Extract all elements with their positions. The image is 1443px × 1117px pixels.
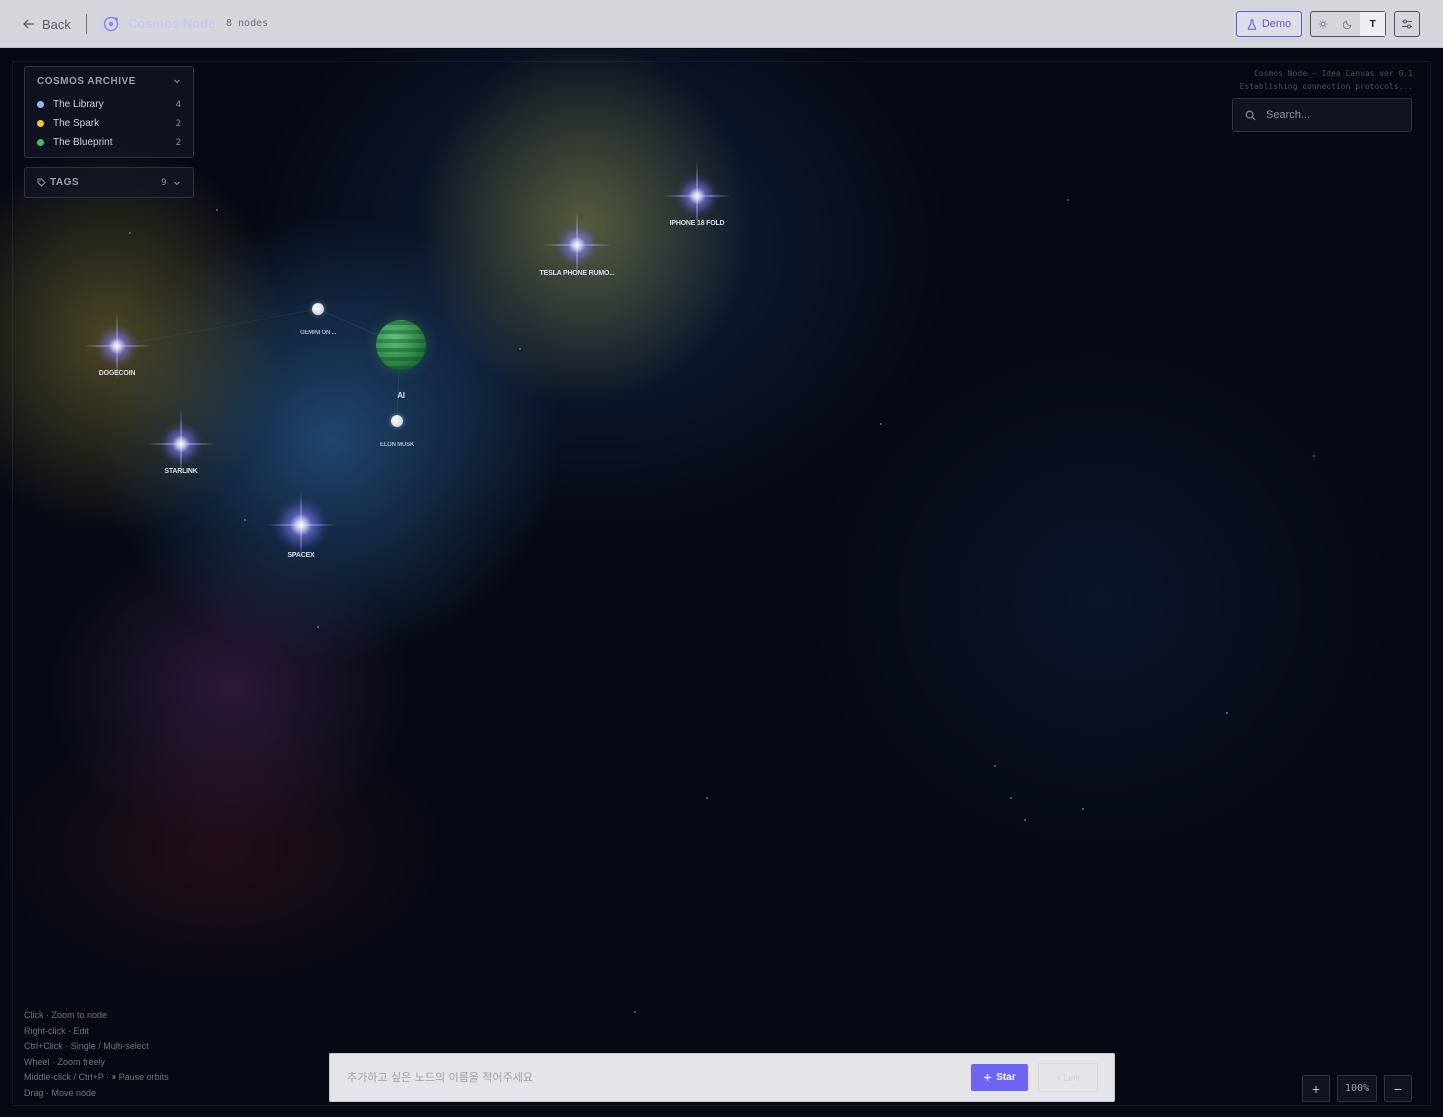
stardust [216,209,218,211]
node-count: 8 nodes [226,18,269,29]
help-line: Middle-click / Ctrl+P · ⏸ Pause orbits [24,1072,169,1082]
category-label: The Spark [53,118,100,129]
arrow-left-icon [23,19,34,29]
node-label: TESLA PHONE RUMO... [539,270,615,277]
tags-panel: TAGS 9 [24,167,194,198]
add-node-bar: Star + Link [329,1053,1115,1102]
node-label: IPHONE 18 FOLD [669,220,725,227]
node-name-input[interactable] [345,1070,971,1085]
add-star-button[interactable]: Star [971,1064,1028,1091]
help-line: Drag · Move node [24,1087,97,1098]
search-box[interactable] [1232,98,1412,132]
node-label: ELON MUSK [379,442,415,448]
help-line: Right-click · Edit [24,1025,90,1036]
category-count: 4 [175,99,181,110]
plus-icon [984,1074,992,1081]
help-line: Click · Zoom to node [24,1010,108,1020]
chevron-down-icon [174,79,180,84]
graph-canvas[interactable]: Cosmos Node — Idea Canvas ver 0.1 Establ… [0,49,1443,1117]
node-label: SPACEX [287,552,315,559]
divider [86,14,87,34]
stardust [129,232,131,234]
help-line: Wheel · Zoom freely [24,1056,106,1067]
top-bar: Back Cosmos Node 8 nodes Demo T [0,0,1443,48]
stardust [244,519,246,521]
theme-light-button[interactable] [1311,12,1336,36]
category-color-dot [37,101,44,108]
stardust [1067,199,1069,201]
demo-button[interactable]: Demo [1236,11,1302,37]
satellite-icon [312,303,324,315]
category-count: 2 [175,118,181,129]
category-color-dot [37,120,44,127]
help-line: Ctrl+Click · Single / Multi-select [24,1041,149,1051]
star-icon [95,324,139,368]
stardust [880,423,882,425]
category-label: The Blueprint [53,137,113,148]
console-line: Cosmos Node — Idea Canvas ver 0.1 [1254,69,1413,78]
star-icon [675,174,719,218]
zoom-level: 100% [1337,1075,1377,1102]
tags-count: 9 [161,177,167,188]
theme-dark-button[interactable] [1336,12,1361,36]
shortcut-help: Click · Zoom to node Right-click · Edit … [24,1008,169,1101]
stardust [317,626,319,628]
tags-header[interactable]: TAGS 9 [25,168,193,197]
category-the-library[interactable]: The Library 4 [25,95,193,114]
tags-title-group: TAGS [37,177,79,188]
planet-icon [376,320,426,370]
stardust [1082,808,1084,810]
zoom-in-button[interactable]: + [1302,1075,1330,1102]
stardust [1313,455,1315,457]
archive-title: COSMOS ARCHIVE [37,75,136,87]
status-console: Cosmos Node — Idea Canvas ver 0.1 Establ… [1240,67,1413,93]
theme-text-button[interactable]: T [1360,12,1386,36]
category-the-blueprint[interactable]: The Blueprint 2 [25,133,193,152]
category-the-spark[interactable]: The Spark 2 [25,114,193,133]
back-label: Back [42,16,71,32]
theme-switcher: T [1310,11,1386,37]
stardust [634,1011,636,1013]
demo-label: Demo [1261,18,1292,30]
stardust [994,765,996,767]
node-label: AI [397,391,405,400]
back-button[interactable]: Back [22,14,71,34]
node-label: GEMINI ON ... [299,330,337,336]
category-label: The Library [53,99,104,110]
settings-button[interactable] [1394,11,1420,37]
app-title: Cosmos Node [128,16,216,31]
add-link-button[interactable]: + Link [1038,1063,1098,1092]
tag-icon [37,178,46,187]
star-icon [159,422,203,466]
category-color-dot [37,139,44,146]
node-label: DOGECOIN [98,370,136,377]
stardust [1010,797,1012,799]
cosmos-archive-panel: COSMOS ARCHIVE The Library 4 The Spark 2… [24,66,194,158]
flask-icon [1247,19,1257,30]
stardust [1024,819,1026,821]
stardust [1226,712,1228,714]
sliders-icon [1402,19,1412,29]
canvas-frame [12,61,1431,1106]
console-line: Establishing connection protocols... [1239,82,1413,91]
stardust [706,797,708,799]
node-label: STARLINK [164,468,198,475]
chevron-down-icon [174,181,180,185]
star-icon [555,223,599,267]
category-count: 2 [175,137,181,148]
orbit-icon [103,16,119,32]
satellite-icon [391,415,403,427]
stardust [519,348,521,350]
tags-title: TAGS [50,177,80,188]
search-icon [1245,110,1256,120]
star-button-label: Star [996,1072,1016,1083]
star-icon [273,497,329,553]
moon-icon [1343,20,1352,29]
tags-meta: 9 [161,178,181,188]
search-input[interactable] [1264,108,1408,122]
sun-icon [1318,19,1328,29]
archive-header[interactable]: COSMOS ARCHIVE [25,67,193,95]
zoom-out-button[interactable]: − [1384,1075,1412,1102]
